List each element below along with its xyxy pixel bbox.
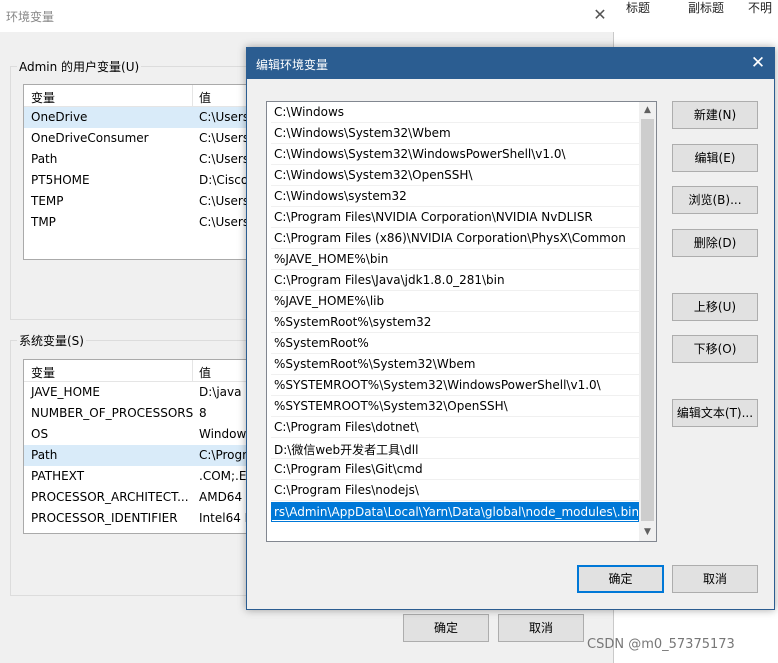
- system-var-row[interactable]: JAVE_HOME D:\java: [24, 382, 252, 403]
- env-vars-title: 环境变量: [6, 10, 55, 24]
- user-var-row[interactable]: TMP C:\Users: [24, 212, 252, 233]
- user-vars-list[interactable]: 变量 值 OneDrive C:\Users OneDriveConsumer C:…: [23, 84, 253, 260]
- scroll-down-arrow-icon[interactable]: ▼: [639, 524, 656, 541]
- move-down-button[interactable]: 下移(O): [672, 335, 758, 363]
- system-var-row[interactable]: OS Window: [24, 424, 252, 445]
- var-name: Path: [31, 448, 58, 462]
- path-item[interactable]: %SYSTEMROOT%\System32\OpenSSH\: [271, 396, 639, 417]
- scroll-thumb[interactable]: [641, 119, 654, 521]
- path-item[interactable]: C:\Program Files\dotnet\: [271, 417, 639, 438]
- var-name: PROCESSOR_ARCHITECT...: [31, 490, 189, 504]
- var-value: 8: [199, 406, 207, 420]
- var-name: PATHEXT: [31, 469, 85, 483]
- var-value: C:\Users: [199, 131, 250, 145]
- path-item[interactable]: C:\Windows\System32\OpenSSH\: [271, 165, 639, 186]
- system-var-row[interactable]: NUMBER_OF_PROCESSORS 8: [24, 403, 252, 424]
- path-item[interactable]: C:\Program Files\nodejs\: [271, 480, 639, 501]
- path-item[interactable]: C:\Windows\System32\Wbem: [271, 123, 639, 144]
- system-var-row[interactable]: PROCESSOR_IDENTIFIER Intel64 F: [24, 508, 252, 529]
- dialog-cancel-button[interactable]: 取消: [672, 565, 758, 593]
- var-value: C:\Progr: [199, 448, 248, 462]
- system-var-row[interactable]: PROCESSOR_ARCHITECT... AMD64: [24, 487, 252, 508]
- user-var-row[interactable]: OneDrive C:\Users: [24, 107, 252, 128]
- edit-env-dialog: 编辑环境变量 ✕ C:\Windows C:\Windows\System32\…: [246, 47, 775, 610]
- path-item[interactable]: %SYSTEMROOT%\System32\WindowsPowerShell\…: [271, 375, 639, 396]
- var-name: OneDrive: [31, 110, 88, 124]
- var-value: AMD64: [199, 490, 243, 504]
- user-vars-header: 变量 值: [24, 85, 252, 107]
- var-value: C:\Users: [199, 110, 250, 124]
- env-cancel-button[interactable]: 取消: [498, 614, 584, 642]
- path-item[interactable]: %SystemRoot%\system32: [271, 312, 639, 333]
- move-up-button[interactable]: 上移(U): [672, 293, 758, 321]
- var-name: TEMP: [31, 194, 64, 208]
- delete-button[interactable]: 删除(D): [672, 229, 758, 257]
- column-header-value[interactable]: 值: [193, 85, 211, 106]
- var-name: OS: [31, 427, 49, 441]
- path-item[interactable]: %SystemRoot%\System32\Wbem: [271, 354, 639, 375]
- path-edit-input[interactable]: rs\Admin\AppData\Local\Yarn\Data\global\…: [271, 502, 639, 522]
- user-vars-label: Admin 的用户变量(U): [17, 58, 142, 75]
- bg-tab-title[interactable]: 标题: [612, 0, 650, 18]
- var-name: TMP: [31, 215, 56, 229]
- var-name: PT5HOME: [31, 173, 90, 187]
- path-item[interactable]: C:\Program Files\Git\cmd: [271, 459, 639, 480]
- watermark: CSDN @m0_57375173: [587, 637, 735, 652]
- edit-text-button[interactable]: 编辑文本(T)...: [672, 399, 758, 427]
- user-var-row[interactable]: TEMP C:\Users: [24, 191, 252, 212]
- close-icon[interactable]: ✕: [590, 5, 610, 25]
- var-value: .COM;.E: [199, 469, 247, 483]
- path-item[interactable]: C:\Windows\System32\WindowsPowerShell\v1…: [271, 144, 639, 165]
- var-value: D:\java: [199, 385, 242, 399]
- var-name: OneDriveConsumer: [31, 131, 149, 145]
- path-edit-selected-text: rs\Admin\AppData\Local\Yarn\Data\global\…: [272, 503, 638, 520]
- close-icon[interactable]: ✕: [747, 52, 769, 74]
- dialog-ok-button[interactable]: 确定: [577, 565, 664, 593]
- var-value: C:\Users: [199, 194, 250, 208]
- system-vars-list[interactable]: 变量 值 JAVE_HOME D:\java NUMBER_OF_PROCESSO…: [23, 359, 253, 534]
- bg-tab-unknown[interactable]: 不明: [724, 0, 772, 18]
- var-value: D:\Cisco: [199, 173, 249, 187]
- system-var-row[interactable]: PATHEXT .COM;.E: [24, 466, 252, 487]
- path-list[interactable]: C:\Windows C:\Windows\System32\Wbem C:\W…: [266, 101, 657, 542]
- var-name: JAVE_HOME: [31, 385, 100, 399]
- path-item[interactable]: C:\Windows: [271, 102, 639, 123]
- browse-button[interactable]: 浏览(B)...: [672, 186, 758, 214]
- path-item[interactable]: C:\Program Files\NVIDIA Corporation\NVID…: [271, 207, 639, 228]
- var-name: Path: [31, 152, 58, 166]
- path-item[interactable]: %JAVE_HOME%\bin: [271, 249, 639, 270]
- env-ok-button[interactable]: 确定: [403, 614, 489, 642]
- new-button[interactable]: 新建(N): [672, 101, 758, 129]
- path-item[interactable]: D:\微信web开发者工具\dll: [271, 438, 639, 459]
- var-value: C:\Users: [199, 215, 250, 229]
- scroll-up-arrow-icon[interactable]: ▲: [639, 102, 656, 119]
- system-var-row[interactable]: Path C:\Progr: [24, 445, 252, 466]
- column-header-variable[interactable]: 变量: [24, 360, 193, 381]
- var-value: Intel64 F: [199, 511, 252, 525]
- edit-env-title: 编辑环境变量: [256, 58, 329, 72]
- path-item[interactable]: C:\Windows\system32: [271, 186, 639, 207]
- user-var-row[interactable]: Path C:\Users: [24, 149, 252, 170]
- background-app-tabs: 标题 副标题 不明: [612, 0, 778, 18]
- path-item[interactable]: %SystemRoot%: [271, 333, 639, 354]
- user-var-row[interactable]: OneDriveConsumer C:\Users: [24, 128, 252, 149]
- system-vars-label: 系统变量(S): [17, 332, 86, 349]
- bg-tab-subtitle[interactable]: 副标题: [650, 0, 724, 18]
- path-list-scrollbar[interactable]: ▲ ▼: [639, 102, 656, 541]
- path-item[interactable]: C:\Program Files (x86)\NVIDIA Corporatio…: [271, 228, 639, 249]
- system-vars-header: 变量 值: [24, 360, 252, 382]
- var-value: Window: [199, 427, 247, 441]
- column-header-variable[interactable]: 变量: [24, 85, 193, 106]
- edit-button[interactable]: 编辑(E): [672, 144, 758, 172]
- var-name: NUMBER_OF_PROCESSORS: [31, 406, 193, 420]
- edit-env-titlebar: 编辑环境变量 ✕: [247, 48, 774, 79]
- column-header-value[interactable]: 值: [193, 360, 211, 381]
- user-var-row[interactable]: PT5HOME D:\Cisco: [24, 170, 252, 191]
- env-vars-titlebar: 环境变量 ✕: [0, 0, 614, 32]
- var-name: PROCESSOR_IDENTIFIER: [31, 511, 178, 525]
- path-item[interactable]: C:\Program Files\Java\jdk1.8.0_281\bin: [271, 270, 639, 291]
- path-item[interactable]: %JAVE_HOME%\lib: [271, 291, 639, 312]
- var-value: C:\Users: [199, 152, 250, 166]
